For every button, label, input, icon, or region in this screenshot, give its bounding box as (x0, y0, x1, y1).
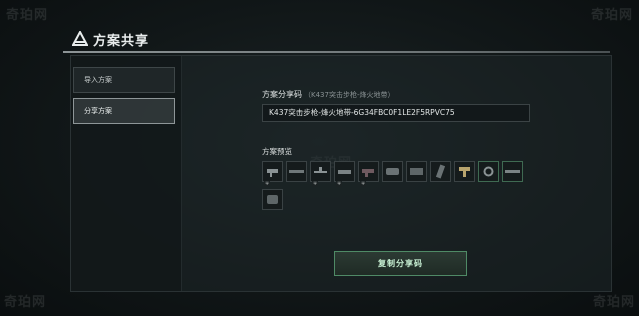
sidebar: 导入方案 分享方案 (71, 56, 182, 291)
watermark: 奇珀网 (6, 8, 49, 23)
share-code-field[interactable]: K437突击步枪-烽火地带-6G34FBC0F1LE2F5RPVC75 (262, 104, 530, 122)
receiver-icon (267, 195, 278, 204)
panel-header: 方案共享 (63, 28, 610, 50)
barrel-icon (289, 170, 304, 173)
sight-icon (314, 167, 327, 173)
slot-tag: ∓ (336, 181, 343, 187)
preview-slot-laser[interactable] (454, 161, 475, 182)
grip-icon (362, 169, 374, 177)
sidebar-item-share[interactable]: 分享方案 (73, 98, 175, 124)
preview-slot-stock[interactable] (406, 161, 427, 182)
game-screen: 奇珀网 奇珀网 奇珀网 奇珀网 奇珀网 方案共享 导入方案 分享方案 方案分享码… (0, 0, 639, 316)
preview-slot-trigger[interactable] (478, 161, 499, 182)
panel-title: 方案共享 (93, 33, 150, 49)
laser-icon (459, 167, 470, 177)
trigger-icon (483, 166, 494, 177)
handguard-icon (386, 168, 399, 175)
preview-slot-scope[interactable]: ∓ (262, 161, 283, 187)
watermark: 奇珀网 (590, 8, 633, 23)
warning-triangle-icon (72, 31, 88, 46)
rail-icon (338, 170, 351, 174)
scope-icon (267, 169, 278, 177)
panel-body: 导入方案 分享方案 方案分享码 （K437突击步枪-烽火地带） K437突击步枪-… (70, 55, 612, 292)
stock-icon (410, 168, 423, 175)
slot-tag: ∓ (264, 181, 271, 187)
sidebar-item-import[interactable]: 导入方案 (73, 67, 175, 93)
preview-slot-muzzle[interactable] (502, 161, 523, 182)
muzzle-icon (505, 170, 520, 173)
share-content: 方案分享码 （K437突击步枪-烽火地带） K437突击步枪-烽火地带-6G34F… (256, 56, 596, 291)
preview-slot-rail[interactable]: ∓ (334, 161, 355, 187)
watermark: 奇珀网 (4, 295, 47, 310)
magazine-icon (435, 164, 446, 179)
copy-share-code-button[interactable]: 复制分享码 (334, 251, 467, 276)
share-panel: 方案共享 导入方案 分享方案 方案分享码 （K437突击步枪-烽火地带） K437… (63, 28, 612, 292)
watermark: 奇珀网 (592, 295, 635, 310)
title-divider (63, 51, 610, 53)
slot-tag: ∓ (312, 181, 319, 187)
preview-slot-receiver[interactable] (262, 189, 283, 210)
preview-slot-barrel[interactable] (286, 161, 307, 182)
preview-label: 方案预览 (262, 147, 292, 156)
preview-slot-magazine[interactable] (430, 161, 451, 182)
share-code-label: 方案分享码 (262, 90, 302, 99)
slot-tag: ∓ (360, 181, 367, 187)
preview-slot-grip[interactable]: ∓ (358, 161, 379, 187)
preview-slot-sight[interactable]: ∓ (310, 161, 331, 187)
share-code-sublabel: （K437突击步枪-烽火地带） (304, 91, 395, 99)
preview-slot-handguard[interactable] (382, 161, 403, 182)
share-code-label-row: 方案分享码 （K437突击步枪-烽火地带） (262, 89, 394, 100)
